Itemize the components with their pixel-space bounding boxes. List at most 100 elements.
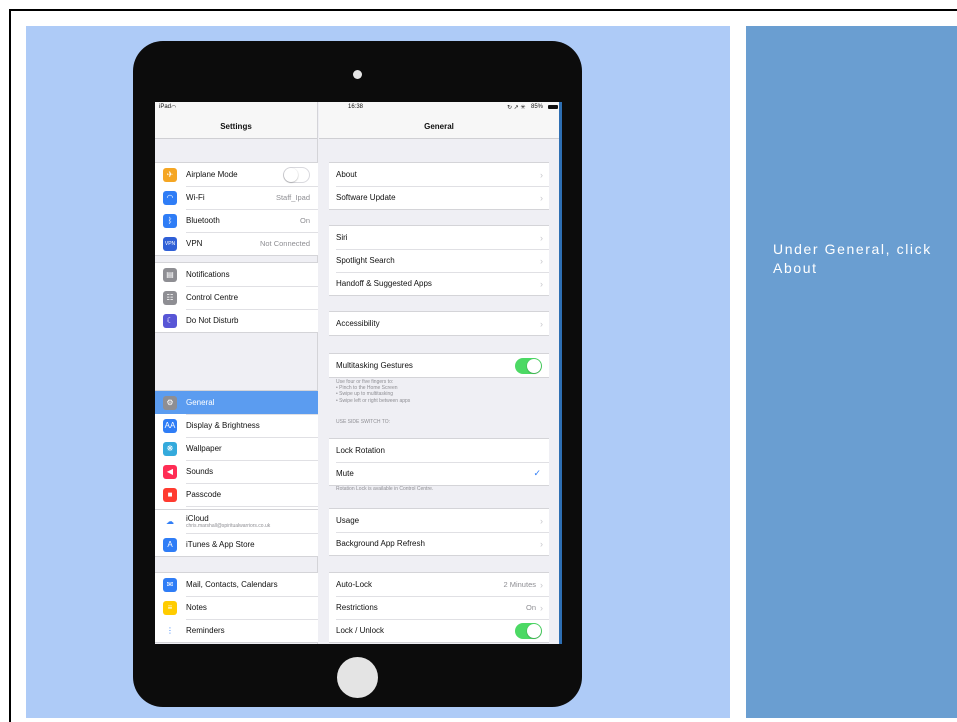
sidebar-item-display-brightness[interactable]: AA Display & Brightness	[155, 414, 318, 437]
sidebar-item-label: General	[186, 398, 215, 407]
wifi-icon: ◠	[171, 105, 177, 111]
sidebar-item-itunes-app-store[interactable]: AiTunes & App Store	[155, 533, 318, 556]
chevron-right-icon: ›	[540, 515, 543, 526]
sidebar-item-wallpaper[interactable]: ❋ Wallpaper	[155, 437, 318, 460]
chevron-right-icon: ›	[540, 538, 543, 549]
sidebar-item-wi-fi[interactable]: ◠ Wi-Fi Staff_Ipad	[155, 186, 318, 209]
general-item-spotlight-search[interactable]: Spotlight Search ›	[329, 249, 549, 272]
chevron-right-icon: ›	[540, 278, 543, 289]
toggle-switch[interactable]	[515, 622, 542, 639]
general-group: Multitasking Gestures	[329, 353, 549, 378]
sidebar-item-label: Sounds	[186, 467, 214, 476]
notifications-icon: ▤	[163, 267, 177, 282]
general-item-label: Lock / Unlock	[336, 626, 385, 635]
rotation-note: Rotation Lock is available in Control Ce…	[336, 486, 434, 492]
battery-icon	[548, 105, 558, 109]
general-item-value: On	[525, 603, 536, 612]
general-item-label: Multitasking Gestures	[336, 361, 413, 370]
mail-icon: ✉	[163, 577, 177, 592]
general-group: Usage › Background App Refresh ›	[329, 508, 549, 556]
sidebar-item-value: On	[299, 216, 310, 225]
general-group: Lock Rotation Mute ✓	[329, 438, 549, 486]
sidebar-item-label: Display & Brightness	[186, 421, 260, 430]
vpn-icon: VPN	[163, 236, 177, 251]
chevron-right-icon: ›	[540, 169, 543, 180]
chevron-right-icon: ›	[540, 255, 543, 266]
sidebar-item-icloud[interactable]: ☁ iCloud chris.marshall@spiritualwarriors.…	[155, 510, 318, 533]
general-item-lock-unlock[interactable]: Lock / Unlock	[329, 619, 549, 642]
airplane-icon: ✈	[163, 167, 177, 182]
sidebar-item-airplane-mode[interactable]: ✈ Airplane Mode	[155, 163, 318, 186]
master-group: ✈ Airplane Mode ◠ Wi-Fi Staff_Ipad ᛒ Bluetooth…	[155, 162, 318, 256]
gear-icon: ⚙	[163, 395, 177, 410]
sidebar-item-do-not-disturb[interactable]: ☾ Do Not Disturb	[155, 309, 318, 332]
sidebar-item-label: Notifications	[186, 270, 230, 279]
sidebar-item-label: iCloud chris.marshall@spiritualwarriors.c…	[186, 514, 318, 529]
general-item-label: Restrictions	[336, 603, 378, 612]
bluetooth-icon: ᛒ	[163, 213, 177, 228]
general-group: About › Software Update ›	[329, 162, 549, 210]
sidebar-item-label: Wallpaper	[186, 444, 222, 453]
general-item-multitasking-gestures[interactable]: Multitasking Gestures	[329, 354, 549, 377]
general-item-background-app-refresh[interactable]: Background App Refresh ›	[329, 532, 549, 555]
sidebar-item-reminders[interactable]: ⋮ Reminders	[155, 619, 318, 642]
settings-master-pane: Settings ✈ Airplane Mode ◠ Wi-Fi Staff_Ipad ᛒ…	[155, 102, 318, 644]
sidebar-item-general[interactable]: ⚙ General	[155, 391, 318, 414]
general-item-usage[interactable]: Usage ›	[329, 509, 549, 532]
sidebar-item-label: Mail, Contacts, Calendars	[186, 580, 278, 589]
toggle-switch[interactable]	[515, 357, 542, 374]
general-item-label: Mute	[336, 469, 354, 478]
side-switch-header: USE SIDE SWITCH TO:	[336, 419, 390, 425]
chevron-right-icon: ›	[540, 318, 543, 329]
general-group: Auto-Lock 2 Minutes › Restrictions On › Lock /…	[329, 572, 549, 643]
general-item-handoff-suggested-apps[interactable]: Handoff & Suggested Apps ›	[329, 272, 549, 295]
sidebar-item-label: Wi-Fi	[186, 193, 205, 202]
general-item-lock-rotation[interactable]: Lock Rotation	[329, 439, 549, 462]
ipad-screen: Settings ✈ Airplane Mode ◠ Wi-Fi Staff_Ipad ᛒ…	[155, 102, 562, 644]
general-item-about[interactable]: About ›	[329, 163, 549, 186]
control-centre-icon: ☷	[163, 290, 177, 305]
general-item-label: Software Update	[336, 193, 396, 202]
sidebar-item-bluetooth[interactable]: ᛒ Bluetooth On	[155, 209, 318, 232]
general-item-software-update[interactable]: Software Update ›	[329, 186, 549, 209]
general-item-label: Siri	[336, 233, 348, 242]
general-item-accessibility[interactable]: Accessibility ›	[329, 312, 549, 335]
general-item-auto-lock[interactable]: Auto-Lock 2 Minutes ›	[329, 573, 549, 596]
chevron-right-icon: ›	[540, 232, 543, 243]
display-icon: AA	[163, 418, 177, 433]
general-item-mute[interactable]: Mute ✓	[329, 462, 549, 485]
home-button[interactable]	[337, 657, 378, 698]
sidebar-item-vpn[interactable]: VPN VPN Not Connected	[155, 232, 318, 255]
status-bar: iPad ◠ 16:38 ↻ ↗ ✳ 85%	[155, 102, 562, 112]
sidebar-item-passcode[interactable]: ■ Passcode	[155, 483, 318, 506]
sidebar-item-sounds[interactable]: ◀ Sounds	[155, 460, 318, 483]
chevron-right-icon: ›	[540, 602, 543, 613]
general-item-restrictions[interactable]: Restrictions On ›	[329, 596, 549, 619]
cloud-icon: ☁	[163, 514, 177, 529]
status-battery: 85%	[531, 104, 544, 110]
notes-icon: ≡	[163, 600, 177, 615]
master-group: ▤ Notifications ☷ Control Centre ☾ Do Not Dis…	[155, 262, 318, 333]
sidebar-item-notes[interactable]: ≡ Notes	[155, 596, 318, 619]
ipad-device: Settings ✈ Airplane Mode ◠ Wi-Fi Staff_Ipad ᛒ…	[133, 41, 582, 707]
sidebar-item-value: Staff_Ipad	[275, 193, 310, 202]
status-carrier: iPad	[159, 104, 172, 110]
general-item-siri[interactable]: Siri ›	[329, 226, 549, 249]
sidebar-item-mail-contacts-calendars[interactable]: ✉ Mail, Contacts, Calendars	[155, 573, 318, 596]
status-time: 16:38	[348, 104, 364, 110]
general-item-value: 2 Minutes	[503, 580, 536, 589]
general-item-label: Accessibility	[336, 319, 380, 328]
status-icons: ↻ ↗ ✳	[507, 105, 526, 111]
general-item-label: Background App Refresh	[336, 539, 425, 548]
lock-icon: ■	[163, 487, 177, 502]
sidebar-item-label: Do Not Disturb	[186, 316, 239, 325]
sidebar-item-label: Airplane Mode	[186, 170, 238, 179]
sidebar-item-control-centre[interactable]: ☷ Control Centre	[155, 286, 318, 309]
airplane-mode-toggle[interactable]	[283, 166, 310, 183]
general-item-label: Spotlight Search	[336, 256, 395, 265]
sidebar-item-value: Not Connected	[259, 239, 310, 248]
moon-icon: ☾	[163, 313, 177, 328]
sidebar-item-notifications[interactable]: ▤ Notifications	[155, 263, 318, 286]
general-item-label: Handoff & Suggested Apps	[336, 279, 432, 288]
general-group: Siri › Spotlight Search › Handoff & Suggeste…	[329, 225, 549, 296]
